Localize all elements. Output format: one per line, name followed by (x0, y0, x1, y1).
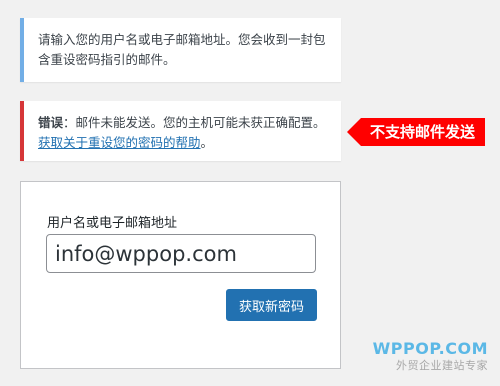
error-notice-text: 错误：邮件未能发送。您的主机可能未获正确配置。获取关于重设您的密码的帮助。 (38, 113, 331, 153)
error-suffix: 。 (200, 135, 214, 150)
watermark: WPPOP.COM 外贸企业建站专家 (373, 340, 488, 374)
callout-arrow-icon (347, 118, 361, 146)
username-email-input[interactable] (46, 234, 316, 273)
watermark-tagline: 外贸企业建站专家 (396, 359, 488, 372)
error-label: 错误 (38, 115, 64, 130)
info-notice: 请输入您的用户名或电子邮箱地址。您会收到一封包含重设密码指引的邮件。 (20, 18, 341, 82)
username-email-label: 用户名或电子邮箱地址 (47, 216, 178, 231)
error-message: ：邮件未能发送。您的主机可能未获正确配置。 (63, 115, 326, 130)
watermark-brand: WPPOP.COM (372, 339, 488, 358)
reset-help-link[interactable]: 获取关于重设您的密码的帮助 (38, 135, 201, 150)
callout-label: 不支持邮件发送 (361, 118, 486, 146)
lost-password-form: 用户名或电子邮箱地址 获取新密码 (20, 181, 341, 369)
error-notice: 错误：邮件未能发送。您的主机可能未获正确配置。获取关于重设您的密码的帮助。 (20, 101, 341, 161)
get-new-password-button[interactable]: 获取新密码 (226, 289, 317, 321)
info-notice-text: 请输入您的用户名或电子邮箱地址。您会收到一封包含重设密码指引的邮件。 (38, 32, 326, 67)
annotation-callout: 不支持邮件发送 (347, 118, 496, 146)
